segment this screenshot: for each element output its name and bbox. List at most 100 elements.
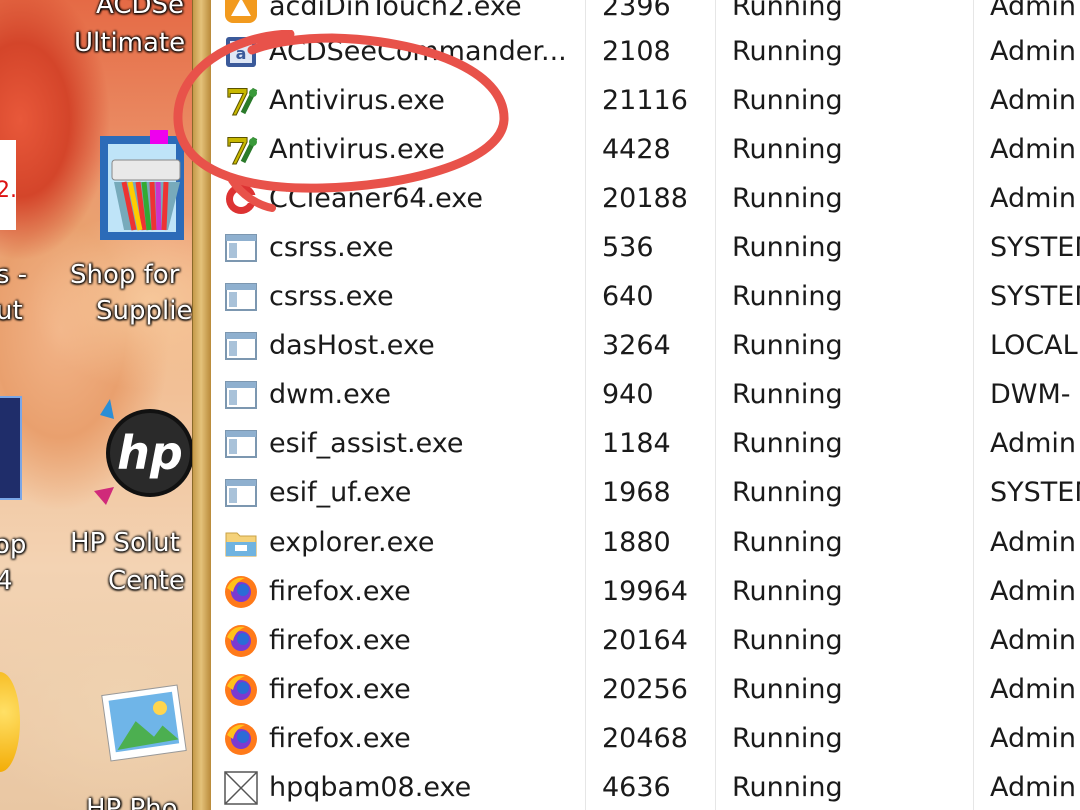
system-window-icon xyxy=(223,475,259,511)
process-name: esif_assist.exe xyxy=(269,428,464,459)
process-name: csrss.exe xyxy=(269,281,394,312)
system-window-icon xyxy=(223,328,259,364)
hp-solution-center-icon[interactable]: hp xyxy=(92,395,192,505)
desktop-icon-label-acdsee-line2: Ultimate xyxy=(74,28,186,58)
partial-app-icon[interactable] xyxy=(0,396,22,500)
system-window-icon xyxy=(223,230,259,266)
process-name: firefox.exe xyxy=(269,723,411,754)
partial-label-4: 4 xyxy=(0,566,13,596)
process-name: dasHost.exe xyxy=(269,330,435,361)
system-window-icon xyxy=(223,279,259,315)
process-name: firefox.exe xyxy=(269,576,411,607)
process-status: Running xyxy=(732,85,843,116)
process-pid: 20256 xyxy=(602,674,688,705)
process-user: SYSTEM xyxy=(990,281,1080,312)
process-status: Running xyxy=(732,183,843,214)
process-status: Running xyxy=(732,527,843,558)
process-pid: 21116 xyxy=(602,85,688,116)
partial-yellow-icon[interactable] xyxy=(0,672,20,772)
process-status: Running xyxy=(732,428,843,459)
process-user: DWM- xyxy=(990,379,1071,410)
hp-photo-icon[interactable] xyxy=(96,672,192,768)
ccleaner-icon xyxy=(223,181,259,217)
desktop-icon-label-shop-line2: Supplie xyxy=(96,296,192,326)
process-status: Running xyxy=(732,281,843,312)
process-user: Admin xyxy=(990,428,1077,459)
process-pid: 20164 xyxy=(602,625,688,656)
process-status: Running xyxy=(732,379,843,410)
antivirus-icon: 7 xyxy=(223,82,259,125)
table-row[interactable]: 7 Antivirus.exe 21116 Running Admin xyxy=(211,76,1080,125)
process-name: firefox.exe xyxy=(269,674,411,705)
table-row[interactable]: CCleaner64.exe 20188 Running Admin xyxy=(211,174,1080,223)
process-pid: 1880 xyxy=(602,527,671,558)
process-user: Admin xyxy=(990,134,1077,165)
process-pid: 20188 xyxy=(602,183,688,214)
process-pid: 2108 xyxy=(602,36,671,67)
process-user: SYSTEM xyxy=(990,232,1080,263)
process-user: LOCAL xyxy=(990,330,1078,361)
desktop-icon-label-acdsee-line1: ACDSe xyxy=(96,0,185,20)
table-row[interactable]: firefox.exe 20256 Running Admin xyxy=(211,665,1080,714)
process-user: Admin xyxy=(990,674,1077,705)
table-row[interactable]: firefox.exe 20164 Running Admin xyxy=(211,616,1080,665)
partial-label-red: 2. xyxy=(0,178,17,203)
process-name: csrss.exe xyxy=(269,232,394,263)
process-user: Admin xyxy=(990,36,1077,67)
process-pid: 19964 xyxy=(602,576,688,607)
desktop-icon-label-shop-line1: Shop for xyxy=(70,260,180,290)
blank-crossed-icon xyxy=(223,770,259,806)
orange-triangle-icon xyxy=(223,0,259,25)
process-pid: 1184 xyxy=(602,428,671,459)
process-status: Running xyxy=(732,576,843,607)
process-name: dwm.exe xyxy=(269,379,392,410)
process-name: CCleaner64.exe xyxy=(269,183,484,214)
system-window-icon xyxy=(223,377,259,413)
table-row[interactable]: explorer.exe 1880 Running Admin xyxy=(211,518,1080,567)
process-user: SYSTEM xyxy=(990,477,1080,508)
desktop-icon-label-hp-line2: Cente xyxy=(108,566,185,596)
process-name: firefox.exe xyxy=(269,625,411,656)
table-row[interactable]: firefox.exe 19964 Running Admin xyxy=(211,567,1080,616)
process-table: acdiDinTouch2.exe 2396 Running Admin a A… xyxy=(211,0,1080,810)
process-pid: 536 xyxy=(602,232,654,263)
table-row[interactable]: firefox.exe 20468 Running Admin xyxy=(211,714,1080,763)
process-status: Running xyxy=(732,772,843,803)
process-pid: 940 xyxy=(602,379,654,410)
process-status: Running xyxy=(732,723,843,754)
process-pid: 1968 xyxy=(602,477,671,508)
desktop-icon-label-hp-photo: HP Pho xyxy=(86,794,178,810)
shop-for-supplies-icon[interactable] xyxy=(94,130,184,250)
desktop-icon-label-hp-line1: HP Solut xyxy=(70,528,180,558)
table-row[interactable]: a ACDSeeCommander... 2108 Running Admin xyxy=(211,27,1080,76)
table-row[interactable]: esif_uf.exe 1968 Running SYSTEM xyxy=(211,468,1080,517)
table-row[interactable]: csrss.exe 536 Running SYSTEM xyxy=(211,223,1080,272)
process-user: Admin xyxy=(990,625,1077,656)
process-pid: 20468 xyxy=(602,723,688,754)
process-name: Antivirus.exe xyxy=(269,134,445,165)
table-row[interactable]: dasHost.exe 3264 Running LOCAL xyxy=(211,321,1080,370)
system-window-icon xyxy=(223,426,259,462)
window-frame-edge xyxy=(192,0,211,810)
firefox-icon xyxy=(223,623,259,659)
process-name: hpqbam08.exe xyxy=(269,772,472,803)
table-row[interactable]: esif_assist.exe 1184 Running Admin xyxy=(211,419,1080,468)
table-row[interactable]: csrss.exe 640 Running SYSTEM xyxy=(211,272,1080,321)
table-row[interactable]: hpqbam08.exe 4636 Running Admin xyxy=(211,763,1080,810)
process-user: Admin xyxy=(990,723,1077,754)
process-user: Admin xyxy=(990,576,1077,607)
process-status: Running xyxy=(732,36,843,67)
process-pid: 640 xyxy=(602,281,654,312)
process-name: ACDSeeCommander... xyxy=(269,36,567,67)
table-row[interactable]: 7 Antivirus.exe 4428 Running Admin xyxy=(211,125,1080,174)
antivirus-icon: 7 xyxy=(223,131,259,174)
process-status: Running xyxy=(732,330,843,361)
partial-label-op: op xyxy=(0,530,27,560)
process-name: Antivirus.exe xyxy=(269,85,445,116)
firefox-icon xyxy=(223,672,259,708)
process-name: explorer.exe xyxy=(269,527,435,558)
app-window-icon: a xyxy=(223,34,259,70)
table-row[interactable]: dwm.exe 940 Running DWM- xyxy=(211,370,1080,419)
process-pid: 3264 xyxy=(602,330,671,361)
process-status: Running xyxy=(732,625,843,656)
